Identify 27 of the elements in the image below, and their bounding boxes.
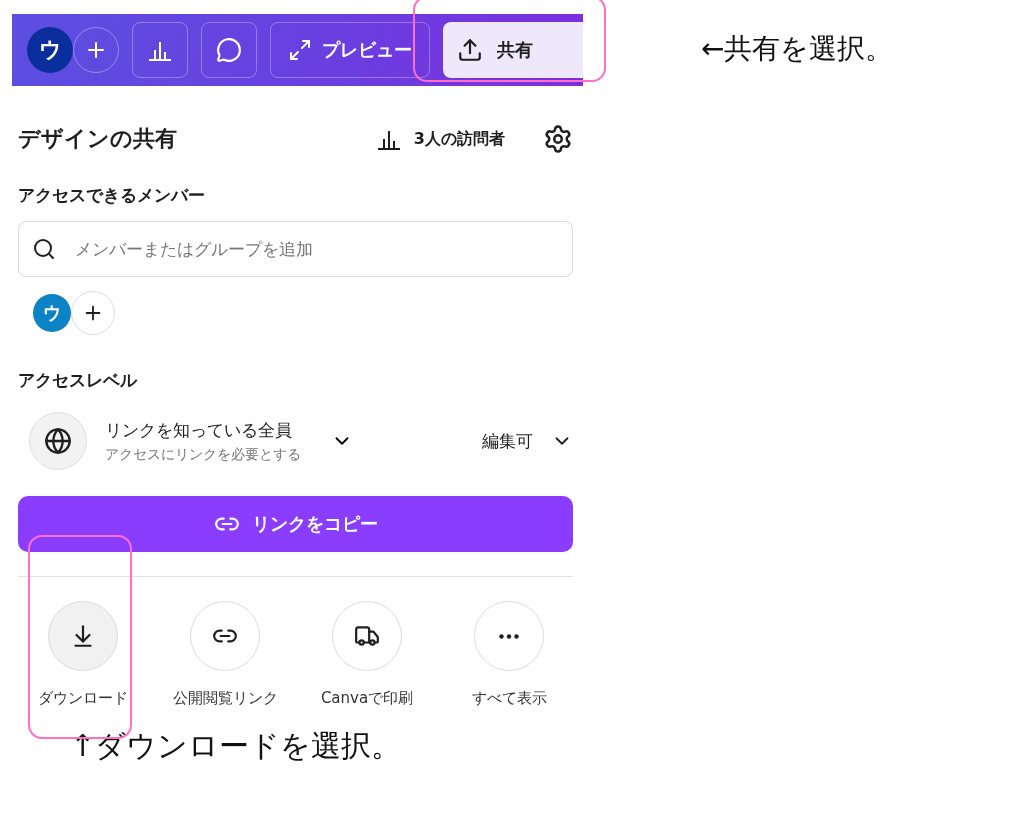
section-heading: アクセスできるメンバー xyxy=(18,184,206,207)
action-label: すべて表示 xyxy=(471,689,547,708)
share-button[interactable]: 共有 xyxy=(443,22,583,78)
visitors-button[interactable]: 3人の訪問者 xyxy=(375,127,505,151)
truck-icon xyxy=(354,623,380,649)
more-icon xyxy=(499,633,519,639)
user-avatar[interactable]: ウ xyxy=(27,27,73,73)
speech-bubble-icon xyxy=(216,37,242,63)
preview-button[interactable]: プレビュー xyxy=(270,22,430,78)
search-field[interactable]: メンバーまたはグループを追加 xyxy=(18,221,573,277)
action-label: ダウンロード xyxy=(38,689,128,708)
search-icon xyxy=(32,237,56,261)
section-heading: アクセスレベル xyxy=(18,369,139,392)
comment-button[interactable] xyxy=(201,22,257,78)
action-label: 公開閲覧リンク xyxy=(172,689,278,708)
link-access-dropdown[interactable]: リンクを知っている全員 アクセスにリンクを必要とする xyxy=(87,418,353,464)
member-avatar: ウ xyxy=(33,294,71,332)
insights-button[interactable] xyxy=(132,22,188,78)
copy-link-button[interactable]: リンクをコピー xyxy=(18,496,573,552)
panel-title: デザインの共有 xyxy=(18,125,178,153)
settings-icon[interactable] xyxy=(543,124,573,154)
add-member-button[interactable] xyxy=(71,291,115,335)
action-label: Canvaで印刷 xyxy=(320,689,414,708)
annotation-text: ←共有を選択。 xyxy=(701,31,894,67)
expand-icon xyxy=(288,38,312,62)
upload-icon xyxy=(457,37,483,63)
permission-dropdown[interactable]: 編集可 xyxy=(482,429,573,453)
